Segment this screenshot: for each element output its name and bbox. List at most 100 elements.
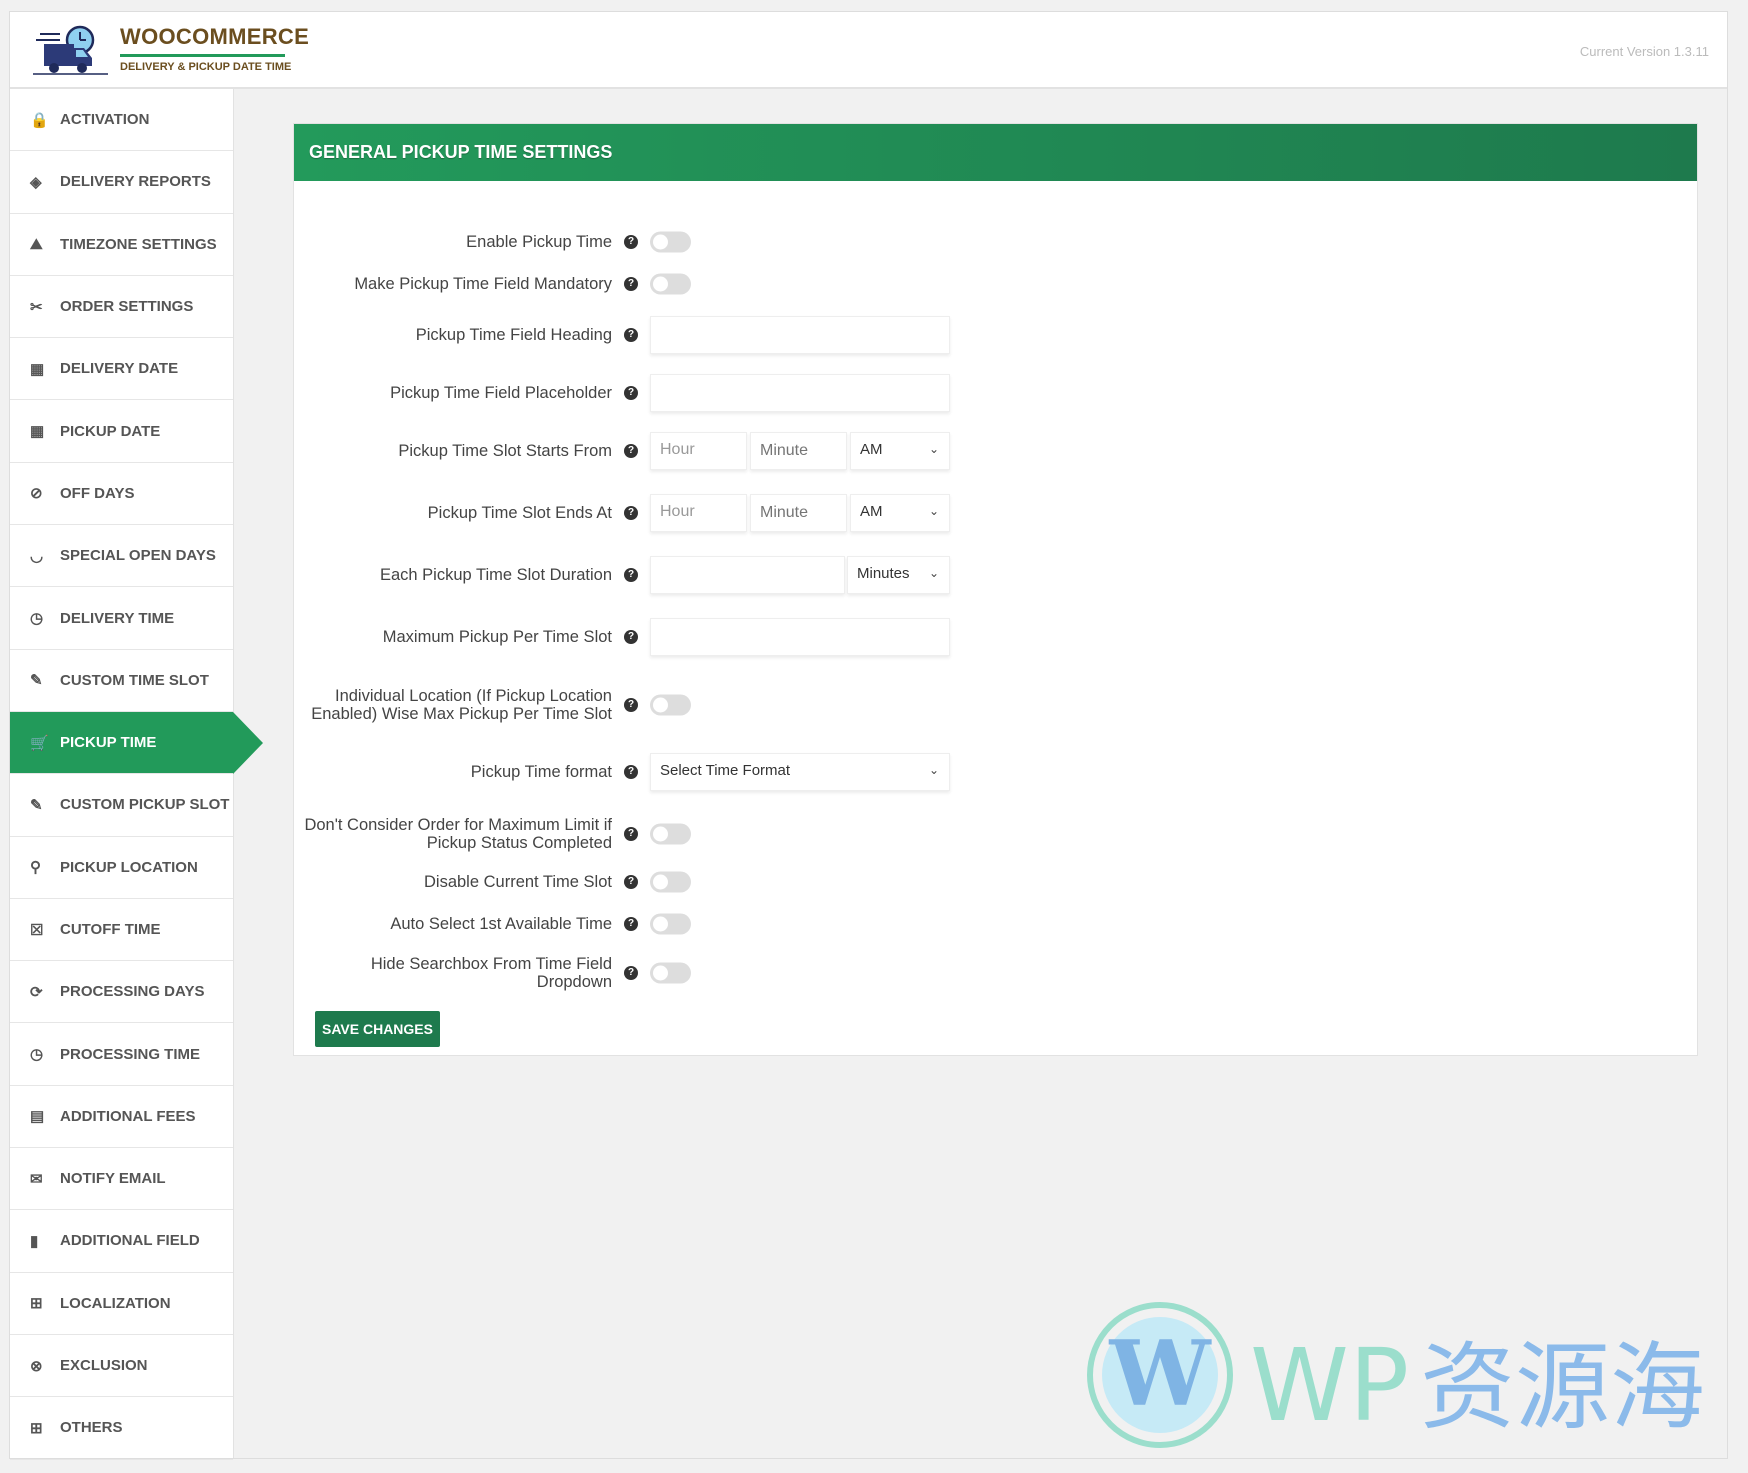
heading-input[interactable] bbox=[650, 316, 950, 354]
sidebar-item-label: PICKUP DATE bbox=[60, 422, 161, 440]
mandatory-toggle[interactable] bbox=[650, 273, 691, 295]
brand-underline bbox=[120, 54, 285, 57]
chevron-down-icon: ⌄ bbox=[928, 763, 939, 777]
sidebar-item-label: SPECIAL OPEN DAYS bbox=[60, 547, 216, 565]
save-changes-button[interactable]: SAVE CHANGES bbox=[315, 1011, 440, 1047]
help-icon[interactable]: ? bbox=[624, 235, 638, 249]
brand-title: WOOCOMMERCE bbox=[120, 24, 310, 49]
field-label: Each Pickup Time Slot Duration bbox=[379, 566, 612, 584]
sidebar-item-label: PICKUP LOCATION bbox=[60, 858, 198, 876]
help-icon[interactable]: ? bbox=[624, 277, 638, 291]
hide_search-toggle[interactable] bbox=[650, 962, 691, 984]
settings-panel: GENERAL PICKUP TIME SETTINGS Enable Pick… bbox=[293, 123, 1698, 1056]
sidebar-item-label: DELIVERY REPORTS bbox=[60, 173, 211, 191]
sidebar-icon: ✎ bbox=[30, 796, 43, 814]
duration-input[interactable] bbox=[650, 556, 845, 594]
sidebar-item-pickup-time[interactable]: 🛒 PICKUP TIME bbox=[10, 711, 263, 775]
help-icon[interactable]: ? bbox=[624, 506, 638, 520]
sidebar-icon: ⛰ bbox=[30, 235, 43, 253]
help-icon[interactable]: ? bbox=[624, 875, 638, 889]
hour-placeholder: Hour bbox=[660, 503, 695, 520]
field-label: Pickup Time format bbox=[470, 763, 612, 781]
sidebar-item-exclusion[interactable]: ⊗ EXCLUSION bbox=[10, 1335, 233, 1398]
starts-ampm-select[interactable]: AM ⌄ bbox=[850, 432, 950, 470]
sidebar-item-timezone-settings[interactable]: ⛰ TIMEZONE SETTINGS bbox=[10, 214, 233, 276]
sidebar-icon: ⊞ bbox=[30, 1419, 43, 1437]
starts-hour-input[interactable]: Hour bbox=[650, 432, 747, 470]
sidebar-item-label: DELIVERY DATE bbox=[60, 360, 179, 378]
sidebar-item-pickup-date[interactable]: ▦ PICKUP DATE bbox=[10, 400, 233, 463]
field-label: Pickup Time Slot Starts From bbox=[398, 442, 612, 460]
auto_select-toggle[interactable] bbox=[650, 913, 691, 935]
field-label: Individual Location (If Pickup Location … bbox=[311, 687, 612, 723]
brand-subtitle: DELIVERY & PICKUP DATE TIME bbox=[120, 61, 292, 73]
sidebar-item-pickup-location[interactable]: ⚲ PICKUP LOCATION bbox=[10, 837, 233, 899]
help-icon[interactable]: ? bbox=[624, 827, 638, 841]
sidebar-item-label: CUSTOM PICKUP SLOT bbox=[60, 796, 230, 814]
sidebar-item-label: ACTIVATION bbox=[60, 111, 150, 129]
sidebar-icon: ✉ bbox=[30, 1170, 43, 1188]
sidebar-icon: ◷ bbox=[30, 1046, 44, 1064]
ends-minute-input[interactable] bbox=[750, 494, 847, 532]
placeholder-input[interactable] bbox=[650, 374, 950, 412]
select-value: AM bbox=[860, 503, 883, 520]
sidebar-icon: ✎ bbox=[30, 672, 43, 690]
field-label: Hide Searchbox From Time Field Dropdown bbox=[370, 955, 612, 991]
sidebar-item-off-days[interactable]: ⊘ OFF DAYS bbox=[10, 463, 233, 526]
ends-hour-input[interactable]: Hour bbox=[650, 494, 747, 532]
sidebar-item-localization[interactable]: ⊞ LOCALIZATION bbox=[10, 1273, 233, 1335]
sidebar-item-label: PROCESSING TIME bbox=[60, 1045, 201, 1063]
help-icon[interactable]: ? bbox=[624, 568, 638, 582]
sidebar-icon: ⊞ bbox=[30, 1295, 43, 1313]
svg-text:WP: WP bbox=[1250, 1327, 1409, 1444]
sidebar-icon: ▦ bbox=[30, 360, 45, 378]
sidebar-icon: 🛒 bbox=[30, 734, 49, 752]
sidebar-item-cutoff-time[interactable]: ☒ CUTOFF TIME bbox=[10, 899, 233, 962]
location-toggle[interactable] bbox=[650, 694, 691, 716]
help-icon[interactable]: ? bbox=[624, 966, 638, 980]
svg-text:资源海: 资源海 bbox=[1420, 1333, 1705, 1443]
sidebar-item-custom-pickup-slot[interactable]: ✎ CUSTOM PICKUP SLOT bbox=[10, 774, 233, 837]
sidebar-item-label: ORDER SETTINGS bbox=[60, 298, 194, 316]
help-icon[interactable]: ? bbox=[624, 630, 638, 644]
sidebar-item-delivery-reports[interactable]: ◈ DELIVERY REPORTS bbox=[10, 151, 233, 214]
help-icon[interactable]: ? bbox=[624, 765, 638, 779]
field-label: Auto Select 1st Available Time bbox=[390, 915, 612, 933]
sidebar-item-delivery-time[interactable]: ◷ DELIVERY TIME bbox=[10, 587, 233, 650]
help-icon[interactable]: ? bbox=[624, 444, 638, 458]
enable-toggle[interactable] bbox=[650, 231, 691, 253]
sidebar-item-processing-days[interactable]: ⟳ PROCESSING DAYS bbox=[10, 961, 233, 1024]
sidebar-item-label: PICKUP TIME bbox=[60, 734, 157, 752]
sidebar-item-delivery-date[interactable]: ▦ DELIVERY DATE bbox=[10, 338, 233, 401]
sidebar-item-custom-time-slot[interactable]: ✎ CUSTOM TIME SLOT bbox=[10, 650, 233, 712]
disable_current-toggle[interactable] bbox=[650, 871, 691, 893]
help-icon[interactable]: ? bbox=[624, 917, 638, 931]
sidebar-icon: ⊘ bbox=[30, 485, 43, 503]
max-input[interactable] bbox=[650, 618, 950, 656]
sidebar-item-label: CUSTOM TIME SLOT bbox=[60, 671, 209, 689]
duration-unit-select[interactable]: Minutes ⌄ bbox=[847, 556, 950, 594]
time-format-select[interactable]: Select Time Format ⌄ bbox=[650, 753, 950, 791]
sidebar-item-label: TIMEZONE SETTINGS bbox=[60, 235, 217, 253]
sidebar-item-special-open-days[interactable]: ◡ SPECIAL OPEN DAYS bbox=[10, 525, 233, 588]
help-icon[interactable]: ? bbox=[624, 328, 638, 342]
sidebar-icon: 🔒 bbox=[30, 111, 49, 129]
sidebar-item-notify-email[interactable]: ✉ NOTIFY EMAIL bbox=[10, 1148, 233, 1211]
help-icon[interactable]: ? bbox=[624, 386, 638, 400]
sidebar-icon: ◈ bbox=[30, 173, 42, 191]
sidebar-item-additional-fees[interactable]: ▤ ADDITIONAL FEES bbox=[10, 1086, 233, 1149]
sidebar-item-processing-time[interactable]: ◷ PROCESSING TIME bbox=[10, 1023, 233, 1086]
dont_consider-toggle[interactable] bbox=[650, 823, 691, 845]
sidebar-item-label: NOTIFY EMAIL bbox=[60, 1170, 166, 1188]
sidebar-item-order-settings[interactable]: ✂ ORDER SETTINGS bbox=[10, 276, 233, 339]
field-label: Enable Pickup Time bbox=[466, 233, 612, 251]
help-icon[interactable]: ? bbox=[624, 698, 638, 712]
sidebar-item-additional-field[interactable]: ▮ ADDITIONAL FIELD bbox=[10, 1210, 233, 1273]
sidebar-item-others[interactable]: ⊞ OTHERS bbox=[10, 1397, 233, 1460]
sidebar-icon: ⚲ bbox=[30, 859, 41, 877]
starts-minute-input[interactable] bbox=[750, 432, 847, 470]
sidebar-item-activation[interactable]: 🔒 ACTIVATION bbox=[10, 89, 233, 152]
chevron-down-icon: ⌄ bbox=[928, 566, 939, 580]
ends-ampm-select[interactable]: AM ⌄ bbox=[850, 494, 950, 532]
sidebar-item-label: DELIVERY TIME bbox=[60, 609, 175, 627]
